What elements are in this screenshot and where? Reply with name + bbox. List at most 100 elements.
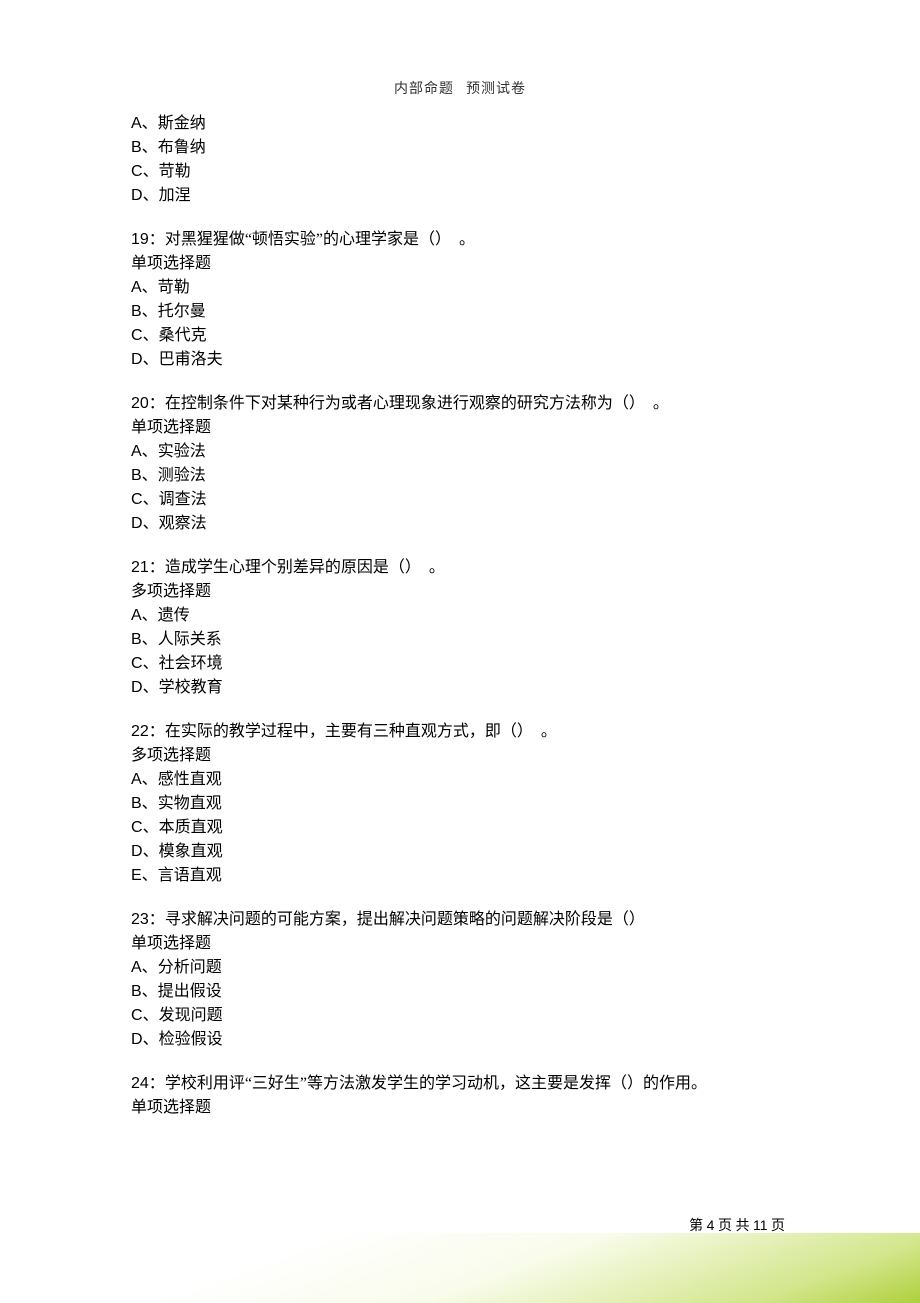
option-text: 遗传 — [158, 607, 190, 624]
option: A、苛勒 — [131, 276, 791, 300]
option-sep: 、 — [142, 795, 158, 812]
option-sep: 、 — [143, 351, 159, 368]
footer-page-total: 11 — [753, 1217, 768, 1233]
option: B、人际关系 — [131, 628, 791, 652]
option-text: 检验假设 — [159, 1031, 223, 1048]
option-letter: C — [131, 1007, 143, 1024]
option: C、调查法 — [131, 488, 791, 512]
header-right: 预测试卷 — [466, 82, 526, 97]
stem-text: 学校利用评“三好生”等方法激发学生的学习动机，这主要是发挥（）的作用。 — [165, 1075, 707, 1092]
option-sep: 、 — [142, 467, 158, 484]
option-sep: 、 — [142, 631, 158, 648]
colon: ： — [149, 231, 165, 248]
option-letter: D — [131, 1031, 143, 1048]
option: B、布鲁纳 — [131, 136, 791, 160]
question-stem: 22：在实际的教学过程中，主要有三种直观方式，即（） 。 — [131, 720, 791, 744]
option-sep: 、 — [142, 959, 158, 976]
option-letter: A — [131, 115, 142, 132]
question-type: 单项选择题 — [131, 932, 791, 956]
question-type: 单项选择题 — [131, 252, 791, 276]
question-24: 24：学校利用评“三好生”等方法激发学生的学习动机，这主要是发挥（）的作用。 单… — [131, 1072, 791, 1120]
stem-text: 寻求解决问题的可能方案，提出解决问题策略的问题解决阶段是（） — [165, 911, 645, 928]
option-text: 苛勒 — [158, 279, 190, 296]
option-text: 发现问题 — [159, 1007, 223, 1024]
question-stem: 24：学校利用评“三好生”等方法激发学生的学习动机，这主要是发挥（）的作用。 — [131, 1072, 791, 1096]
option-text: 调查法 — [159, 491, 207, 508]
option-letter: A — [131, 959, 142, 976]
page-header: 内部命题预测试卷 — [0, 78, 920, 98]
colon: ： — [149, 559, 165, 576]
option-sep: 、 — [143, 515, 159, 532]
option-text: 巴甫洛夫 — [159, 351, 223, 368]
option-sep: 、 — [142, 607, 158, 624]
option: A、斯金纳 — [131, 112, 791, 136]
colon: ： — [149, 395, 165, 412]
question-number: 23 — [131, 911, 149, 928]
option-text: 桑代克 — [159, 327, 207, 344]
option-text: 提出假设 — [158, 983, 222, 1000]
question-20: 20：在控制条件下对某种行为或者心理现象进行观察的研究方法称为（） 。 单项选择… — [131, 392, 791, 536]
colon: ： — [149, 911, 165, 928]
question-type: 单项选择题 — [131, 1096, 791, 1120]
option-sep: 、 — [142, 279, 158, 296]
content: A、斯金纳 B、布鲁纳 C、苛勒 D、加涅 19：对黑猩猩做“顿悟实验”的心理学… — [131, 112, 791, 1120]
option: D、模象直观 — [131, 840, 791, 864]
page: 内部命题预测试卷 A、斯金纳 B、布鲁纳 C、苛勒 D、加涅 19：对黑猩猩做“… — [0, 0, 920, 1303]
option-text: 实验法 — [158, 443, 206, 460]
option-letter: A — [131, 771, 142, 788]
footer-text-2: 页 共 — [714, 1219, 753, 1234]
option-sep: 、 — [142, 115, 158, 132]
option: D、学校教育 — [131, 676, 791, 700]
option-text: 学校教育 — [159, 679, 223, 696]
option-text: 观察法 — [159, 515, 207, 532]
option-letter: D — [131, 351, 143, 368]
option: D、观察法 — [131, 512, 791, 536]
option-text: 感性直观 — [158, 771, 222, 788]
footer-text-3: 页 — [768, 1219, 786, 1234]
option-sep: 、 — [142, 443, 158, 460]
colon: ： — [149, 723, 165, 740]
option-sep: 、 — [142, 139, 158, 156]
question-number: 21 — [131, 559, 149, 576]
option-sep: 、 — [143, 1031, 159, 1048]
question-number: 19 — [131, 231, 149, 248]
question-type: 多项选择题 — [131, 580, 791, 604]
option: C、社会环境 — [131, 652, 791, 676]
option-sep: 、 — [143, 655, 159, 672]
option-sep: 、 — [143, 1007, 159, 1024]
question-stem: 19：对黑猩猩做“顿悟实验”的心理学家是（） 。 — [131, 228, 791, 252]
option-text: 斯金纳 — [158, 115, 206, 132]
question-number: 22 — [131, 723, 149, 740]
option-letter: A — [131, 279, 142, 296]
option-text: 测验法 — [158, 467, 206, 484]
option-letter: B — [131, 631, 142, 648]
option: C、苛勒 — [131, 160, 791, 184]
option-sep: 、 — [142, 771, 158, 788]
option-letter: A — [131, 443, 142, 460]
option-letter: C — [131, 327, 143, 344]
option-letter: C — [131, 491, 143, 508]
option-letter: E — [131, 867, 142, 884]
option: C、桑代克 — [131, 324, 791, 348]
stem-text: 对黑猩猩做“顿悟实验”的心理学家是（） 。 — [165, 231, 475, 248]
question-type: 单项选择题 — [131, 416, 791, 440]
option-sep: 、 — [143, 819, 159, 836]
option-sep: 、 — [143, 843, 159, 860]
option-text: 苛勒 — [159, 163, 191, 180]
option-letter: B — [131, 467, 142, 484]
option: A、实验法 — [131, 440, 791, 464]
page-footer: 第 4 页 共 11 页 — [689, 1215, 785, 1235]
stem-text: 在控制条件下对某种行为或者心理现象进行观察的研究方法称为（） 。 — [165, 395, 669, 412]
option-sep: 、 — [143, 187, 159, 204]
option: A、分析问题 — [131, 956, 791, 980]
stem-text: 在实际的教学过程中，主要有三种直观方式，即（） 。 — [165, 723, 557, 740]
question-19: 19：对黑猩猩做“顿悟实验”的心理学家是（） 。 单项选择题 A、苛勒 B、托尔… — [131, 228, 791, 372]
option-text: 布鲁纳 — [158, 139, 206, 156]
option-letter: B — [131, 795, 142, 812]
option: A、遗传 — [131, 604, 791, 628]
header-left: 内部命题 — [394, 82, 454, 97]
option: E、言语直观 — [131, 864, 791, 888]
option-sep: 、 — [143, 327, 159, 344]
option: B、提出假设 — [131, 980, 791, 1004]
option: B、托尔曼 — [131, 300, 791, 324]
